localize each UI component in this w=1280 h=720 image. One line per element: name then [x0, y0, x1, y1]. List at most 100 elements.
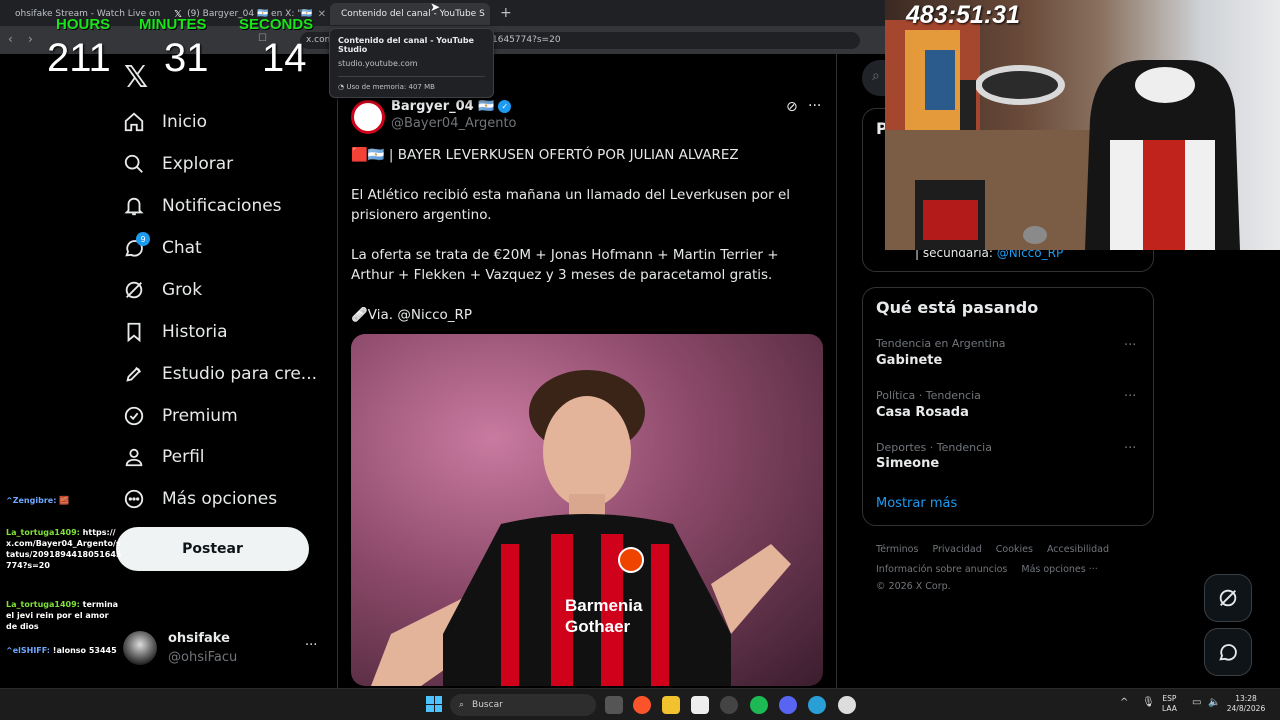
task-view-icon[interactable] — [605, 696, 623, 714]
tweet-headline: 🟥🇦🇷 | BAYER LEVERKUSEN OFERTÓ POR JULIAN… — [351, 147, 739, 163]
footer-link[interactable]: Privacidad — [932, 544, 981, 555]
profile-handle: @ohsiFacu — [168, 650, 238, 665]
stream-timer: 483:51:31 — [906, 1, 1020, 29]
footer-link[interactable]: Términos — [876, 544, 918, 555]
nav-item-inicio[interactable]: Inicio — [123, 102, 207, 142]
volume-icon[interactable]: 🔈 — [1208, 697, 1220, 708]
tooltip-memory-text: Uso de memoria: 407 MB — [346, 83, 435, 91]
chat-user: ^elSHIFF: — [6, 646, 50, 655]
windows-start-icon[interactable] — [426, 696, 442, 712]
nav-label: Premium — [162, 406, 238, 426]
notification-badge: 9 — [136, 232, 150, 246]
brave-icon[interactable] — [633, 696, 651, 714]
grok-icon[interactable]: ⊘ — [786, 99, 798, 115]
search-icon: ⌕ — [872, 68, 880, 84]
trend-name[interactable]: Casa Rosada — [876, 405, 969, 420]
post-button[interactable]: Postear — [116, 527, 309, 571]
tweet-image[interactable]: Barmenia Gothaer — [351, 334, 823, 686]
new-tab-icon[interactable]: + — [500, 5, 512, 21]
nav-item-historia[interactable]: Historia — [123, 312, 228, 352]
back-icon[interactable]: ‹ — [8, 32, 13, 46]
more-icon[interactable]: ··· — [808, 98, 821, 114]
footer-links: Información sobre anuncios Más opciones … — [876, 564, 1098, 575]
taskbar-search[interactable]: ⌕ Buscar — [450, 694, 596, 716]
network-icon[interactable]: ▭ — [1192, 697, 1201, 708]
nav-item-explorar[interactable]: Explorar — [123, 144, 233, 184]
more-circle-icon — [124, 489, 144, 509]
account-switcher[interactable]: ohsifake @ohsiFacu ··· — [123, 628, 323, 672]
grok-fab[interactable] — [1204, 574, 1252, 622]
profile-name: ohsifake — [168, 631, 230, 646]
language-indicator[interactable]: ESP LAA — [1162, 694, 1177, 714]
trend-meta: Política · Tendencia — [876, 389, 981, 402]
tweet-author[interactable]: Bargyer_04 🇦🇷 ✓ — [391, 99, 512, 114]
tab-youtube-studio[interactable]: Contenido del canal - YouTube S ✕ — [330, 3, 490, 25]
more-icon[interactable]: ··· — [1124, 389, 1136, 404]
nav-item-grok[interactable]: Grok — [123, 270, 202, 310]
tweet-author-name: Bargyer_04 🇦🇷 — [391, 99, 495, 114]
trend-name[interactable]: Simeone — [876, 456, 939, 471]
tweet-source: 🩹Via. @Nicco_RP — [351, 307, 473, 323]
chat-text: 🧱 — [59, 496, 70, 505]
nav-label: Explorar — [162, 154, 234, 174]
rocket-icon — [126, 366, 142, 382]
nav-label: Más opciones — [162, 489, 278, 509]
url-tail: 1645774?s=20 — [492, 35, 561, 45]
tooltip-memory: ◔ Uso de memoria: 407 MB — [338, 83, 485, 91]
chat-message: ^elSHIFF: !alonso 53445 — [6, 645, 122, 656]
clock-date: 24/8/2026 — [1226, 704, 1266, 713]
file-explorer-icon[interactable] — [662, 696, 680, 714]
tweet-handle[interactable]: @Bayer04_Argento — [391, 116, 517, 131]
search-icon — [124, 154, 143, 173]
chat-user: La_tortuga1409: — [6, 528, 80, 537]
tweet-paragraph: La oferta se trata de €20M + Jonas Hofma… — [351, 247, 779, 283]
nav-item-notificaciones[interactable]: Notificaciones — [123, 186, 282, 226]
chat-user: ^Zengibre: — [6, 496, 57, 505]
footer-link[interactable]: Más opciones ··· — [1021, 564, 1097, 575]
clock-time: 13:28 — [1235, 694, 1257, 703]
chat-message: La_tortuga1409: https://x.com/Bayer04_Ar… — [6, 527, 122, 571]
spotify-icon[interactable] — [750, 696, 768, 714]
nav-item-premium[interactable]: Premium — [123, 396, 238, 436]
trend-name[interactable]: Gabinete — [876, 353, 942, 368]
ccleaner-icon[interactable] — [808, 696, 826, 714]
more-icon[interactable]: ··· — [1124, 441, 1136, 456]
skull-app-icon[interactable] — [838, 696, 856, 714]
microphone-icon[interactable]: 🎙 — [1142, 697, 1155, 708]
nav-item-perfil[interactable]: Perfil — [123, 437, 205, 477]
nav-item-mas-opciones[interactable]: Más opciones — [123, 479, 277, 519]
bookmark-icon — [127, 322, 141, 343]
nav-item-chat[interactable]: Chat 9 — [123, 228, 202, 268]
obs-icon[interactable] — [720, 696, 738, 714]
footer-link[interactable]: Cookies — [996, 544, 1033, 555]
language-layout: LAA — [1162, 704, 1177, 713]
trend-meta: Tendencia en Argentina — [876, 337, 1006, 350]
verified-icon — [124, 406, 144, 426]
chat-message: La_tortuga1409: termina el jevi rein por… — [6, 599, 122, 632]
verified-badge-icon: ✓ — [498, 100, 512, 113]
chat-message: ^Zengibre: 🧱 — [6, 495, 122, 506]
messages-fab[interactable] — [1204, 628, 1252, 676]
close-tab-icon[interactable]: ✕ — [318, 9, 326, 20]
home-icon — [124, 112, 144, 132]
footer-link[interactable]: Información sobre anuncios — [876, 564, 1007, 575]
nav-item-estudio[interactable]: Estudio para cre... — [123, 354, 317, 394]
tooltip-domain: studio.youtube.com — [338, 59, 418, 68]
discord-icon[interactable] — [779, 696, 797, 714]
x-logo-icon[interactable]: 𝕏 — [124, 60, 148, 95]
tweet-body: 🟥🇦🇷 | BAYER LEVERKUSEN OFERTÓ POR JULIAN… — [351, 145, 821, 325]
tray-chevron-icon[interactable]: ^ — [1120, 697, 1128, 708]
language-code: ESP — [1162, 694, 1177, 703]
forward-icon[interactable]: › — [28, 32, 33, 46]
more-icon[interactable]: ··· — [305, 638, 317, 653]
clock[interactable]: 13:28 24/8/2026 — [1226, 694, 1266, 714]
webcam-scene — [885, 20, 1240, 250]
nav-label: Chat — [162, 238, 202, 258]
trend-meta: Deportes · Tendencia — [876, 441, 992, 454]
more-icon[interactable]: ··· — [1124, 338, 1136, 353]
tweet-author-avatar[interactable] — [351, 100, 385, 134]
davinci-icon[interactable] — [691, 696, 709, 714]
chat-icon — [1219, 644, 1237, 661]
show-more-link[interactable]: Mostrar más — [876, 496, 957, 511]
footer-link[interactable]: Accesibilidad — [1047, 544, 1109, 555]
